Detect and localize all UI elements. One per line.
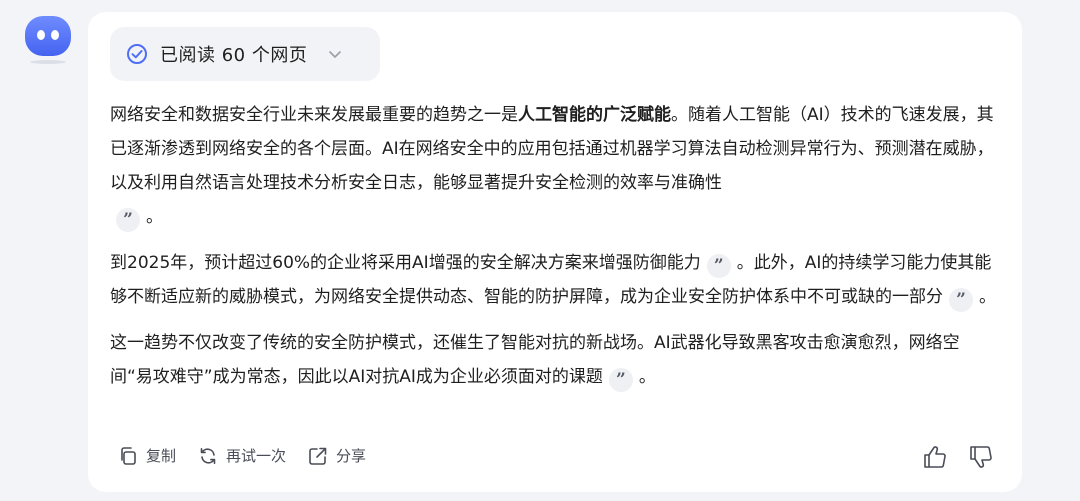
paragraph-2-text-a: 到2025年，预计超过60%的企业将采用AI增强的安全解决方案来增强防御能力 [110,253,701,273]
citation-button[interactable]: ” [706,254,731,278]
sources-read-label: 已阅读 60 个网页 [160,45,308,66]
answer-actions: 复制 再试一次 分享 [118,445,366,466]
paragraph-1: 网络安全和数据安全行业未来发展最重要的趋势之一是人工智能的广泛赋能。随着人工智能… [110,98,1000,234]
paragraph-1-bold: 人工智能的广泛赋能 [518,105,671,125]
retry-button[interactable]: 再试一次 [198,445,286,466]
check-circle-icon [127,44,147,64]
citation-button[interactable]: ” [116,208,140,232]
paragraph-2-end: 。 [979,287,996,307]
citation-button[interactable]: ” [608,368,633,392]
retry-label: 再试一次 [226,447,287,465]
feedback-buttons [922,444,994,470]
refresh-icon [200,447,216,464]
thumbs-up-icon[interactable] [922,444,948,470]
share-label: 分享 [336,447,367,465]
sources-read-toggle[interactable]: 已阅读 60 个网页 [110,27,380,81]
paragraph-1-end: 。 [146,207,163,227]
paragraph-3-text: 这一趋势不仅改变了传统的安全防护模式，还催生了智能对抗的新战场。AI武器化导致黑… [110,333,960,387]
bot-avatar-icon [25,16,71,56]
answer-card: 已阅读 60 个网页 网络安全和数据安全行业未来发展最重要的趋势之一是人工智能的… [88,12,1022,492]
answer-content: 网络安全和数据安全行业未来发展最重要的趋势之一是人工智能的广泛赋能。随着人工智能… [110,98,1000,406]
copy-button[interactable]: 复制 [118,445,176,466]
chevron-down-icon [329,51,342,58]
paragraph-3-end: 。 [638,367,656,387]
share-icon [309,447,327,465]
avatar-shadow [30,60,66,64]
paragraph-2: 到2025年，预计超过60%的企业将采用AI增强的安全解决方案来增强防御能力”。… [110,246,1000,314]
citation-button[interactable]: ” [949,288,973,312]
copy-label: 复制 [146,447,177,465]
paragraph-1-text-a: 网络安全和数据安全行业未来发展最重要的趋势之一是 [110,105,518,125]
share-button[interactable]: 分享 [308,445,366,466]
copy-icon [121,446,136,465]
chat-page: 已阅读 60 个网页 网络安全和数据安全行业未来发展最重要的趋势之一是人工智能的… [0,0,1080,501]
paragraph-3: 这一趋势不仅改变了传统的安全防护模式，还催生了智能对抗的新战场。AI武器化导致黑… [110,326,1000,394]
thumbs-down-icon[interactable] [968,444,994,470]
